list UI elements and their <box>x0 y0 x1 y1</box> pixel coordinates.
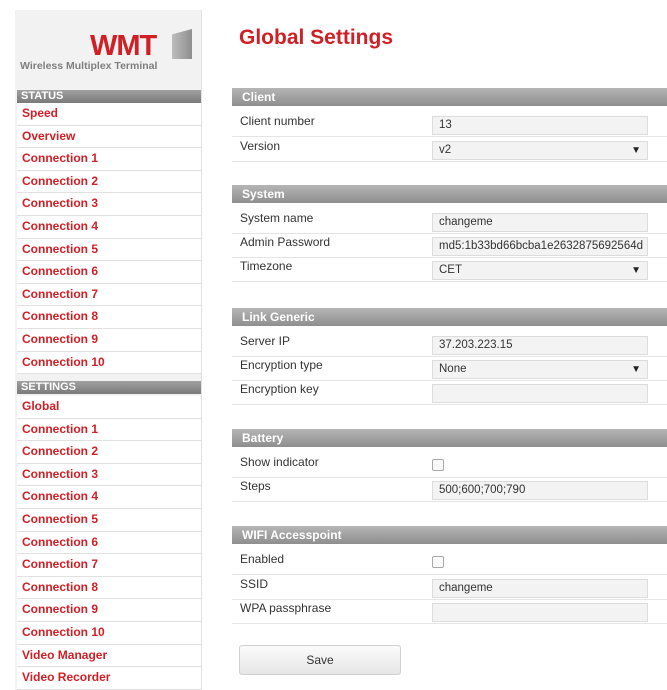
timezone-row: Timezone CET ▼ <box>232 259 667 282</box>
settings-item-connection-9[interactable]: Connection 9 <box>17 599 201 622</box>
timezone-select[interactable]: CET ▼ <box>432 261 648 280</box>
admin-password-label: Admin Password <box>240 235 331 249</box>
dropdown-arrow-icon: ▼ <box>631 145 641 156</box>
status-section-header: STATUS <box>17 90 201 103</box>
dropdown-arrow-icon: ▼ <box>631 364 641 375</box>
encryption-type-row: Encryption type None ▼ <box>232 358 667 381</box>
logo-tagline: Wireless Multiplex Terminal <box>20 60 158 72</box>
settings-section-header: SETTINGS <box>17 381 201 394</box>
version-select[interactable]: v2 ▼ <box>432 141 648 160</box>
show-indicator-row: Show indicator <box>232 455 667 478</box>
admin-password-input[interactable]: md5:1b33bd66bcba1e2632875692564d <box>432 237 648 256</box>
settings-item-connection-4[interactable]: Connection 4 <box>17 486 201 509</box>
encryption-key-label: Encryption key <box>240 382 319 396</box>
settings-item-connection-7[interactable]: Connection 7 <box>17 554 201 577</box>
wifi-enabled-checkbox[interactable] <box>432 556 444 568</box>
logo-brand: WMT <box>90 30 157 62</box>
status-nav-list: Speed Overview Connection 1 Connection 2… <box>17 103 201 375</box>
steps-input[interactable]: 500;600;700;790 <box>432 481 648 500</box>
encryption-type-select[interactable]: None ▼ <box>432 360 648 379</box>
encryption-type-value: None <box>439 363 467 375</box>
steps-label: Steps <box>240 479 271 493</box>
show-indicator-label: Show indicator <box>240 455 319 469</box>
wpa-passphrase-label: WPA passphrase <box>240 601 332 615</box>
client-section-header: Client <box>232 88 667 106</box>
settings-item-connection-1[interactable]: Connection 1 <box>17 418 201 442</box>
settings-item-connection-3[interactable]: Connection 3 <box>17 463 201 487</box>
encryption-key-row: Encryption key <box>232 382 667 405</box>
server-ip-label: Server IP <box>240 334 291 348</box>
status-item-connection-6[interactable]: Connection 6 <box>17 261 201 284</box>
battery-section-header: Battery <box>232 429 667 447</box>
version-value: v2 <box>439 144 452 156</box>
status-item-connection-2[interactable]: Connection 2 <box>17 170 201 194</box>
version-label: Version <box>240 139 281 153</box>
system-section-header: System <box>232 185 667 203</box>
save-button[interactable]: Save <box>239 645 401 675</box>
page-title: Global Settings <box>239 26 394 49</box>
status-item-connection-4[interactable]: Connection 4 <box>17 215 201 239</box>
settings-item-connection-5[interactable]: Connection 5 <box>17 508 201 532</box>
wifi-section-header: WIFI Accesspoint <box>232 526 667 544</box>
status-item-connection-1[interactable]: Connection 1 <box>17 148 201 171</box>
client-number-label: Client number <box>240 114 315 128</box>
status-item-connection-10[interactable]: Connection 10 <box>17 351 201 375</box>
status-item-connection-8[interactable]: Connection 8 <box>17 306 201 329</box>
ssid-row: SSID changeme <box>232 577 667 600</box>
ssid-input[interactable]: changeme <box>432 579 648 598</box>
timezone-label: Timezone <box>240 259 293 273</box>
status-item-connection-9[interactable]: Connection 9 <box>17 328 201 352</box>
system-name-row: System name changeme <box>232 211 667 234</box>
system-name-input[interactable]: changeme <box>432 213 648 232</box>
wifi-enabled-row: Enabled <box>232 552 667 575</box>
ssid-label: SSID <box>240 577 269 591</box>
encryption-type-label: Encryption type <box>240 358 323 372</box>
wifi-enabled-label: Enabled <box>240 552 285 566</box>
settings-nav-list: Global Connection 1 Connection 2 Connect… <box>17 396 201 690</box>
wpa-passphrase-input[interactable] <box>432 603 648 622</box>
status-item-connection-3[interactable]: Connection 3 <box>17 193 201 216</box>
status-item-connection-5[interactable]: Connection 5 <box>17 238 201 262</box>
dropdown-arrow-icon: ▼ <box>631 265 641 276</box>
show-indicator-checkbox[interactable] <box>432 459 444 471</box>
timezone-value: CET <box>439 264 462 276</box>
settings-item-video-recorder[interactable]: Video Recorder <box>17 667 201 690</box>
settings-item-connection-8[interactable]: Connection 8 <box>17 576 201 600</box>
wpa-passphrase-row: WPA passphrase <box>232 601 667 624</box>
version-row: Version v2 ▼ <box>232 139 667 162</box>
status-item-connection-7[interactable]: Connection 7 <box>17 283 201 307</box>
settings-item-video-manager[interactable]: Video Manager <box>17 644 201 668</box>
settings-item-connection-6[interactable]: Connection 6 <box>17 531 201 555</box>
admin-password-row: Admin Password md5:1b33bd66bcba1e2632875… <box>232 235 667 258</box>
system-name-label: System name <box>240 211 314 225</box>
settings-item-global[interactable]: Global <box>17 396 201 419</box>
link-generic-section-header: Link Generic <box>232 308 667 326</box>
steps-row: Steps 500;600;700;790 <box>232 479 667 502</box>
logo-flag-icon <box>172 29 192 59</box>
logo[interactable]: WMT Wireless Multiplex Terminal <box>15 10 201 88</box>
encryption-key-input[interactable] <box>432 384 648 403</box>
status-item-overview[interactable]: Overview <box>17 125 201 149</box>
settings-item-connection-10[interactable]: Connection 10 <box>17 621 201 645</box>
client-number-input[interactable]: 13 <box>432 116 648 135</box>
status-item-speed[interactable]: Speed <box>17 103 201 126</box>
server-ip-input[interactable]: 37.203.223.15 <box>432 336 648 355</box>
client-number-row: Client number 13 <box>232 114 667 137</box>
server-ip-row: Server IP 37.203.223.15 <box>232 334 667 357</box>
sidebar: WMT Wireless Multiplex Terminal STATUS S… <box>15 10 202 690</box>
settings-item-connection-2[interactable]: Connection 2 <box>17 441 201 464</box>
